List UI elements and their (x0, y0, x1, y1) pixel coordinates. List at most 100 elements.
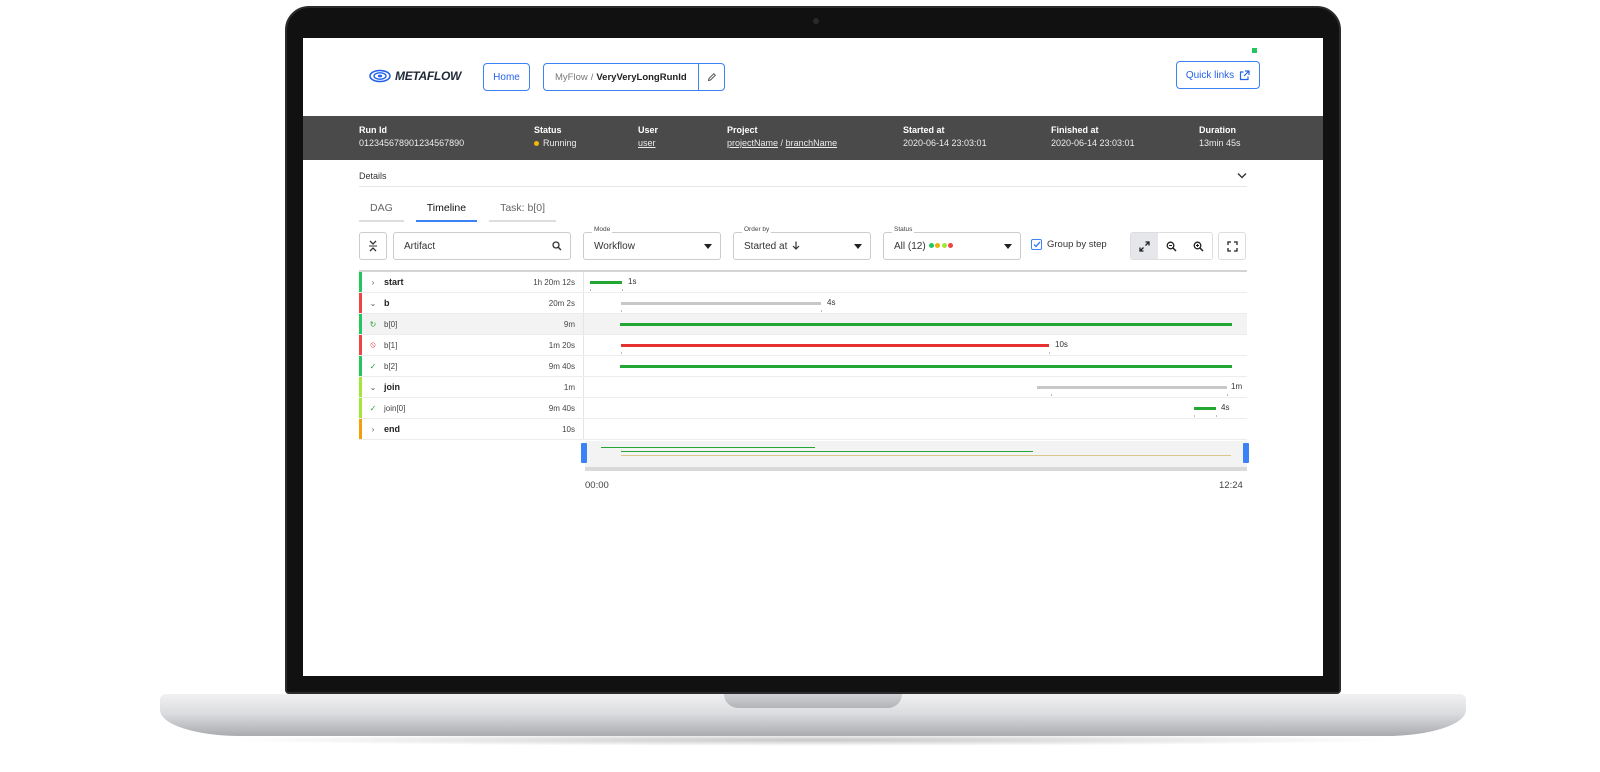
chevron-right-icon[interactable]: › (366, 278, 380, 287)
group-by-step-toggle[interactable]: Group by step (1031, 239, 1107, 250)
details-label: Details (359, 170, 387, 181)
finished-at-label: Finished at (1051, 125, 1099, 135)
project-separator: / (780, 138, 784, 148)
chevron-down-icon[interactable]: ⌄ (366, 299, 380, 308)
order-by-select[interactable]: Order by Started at (733, 226, 871, 260)
zoom-in-button[interactable] (1185, 233, 1212, 259)
group-by-checkbox[interactable] (1031, 239, 1042, 250)
bar-duration-label: 1m (1231, 382, 1243, 391)
timeline-bar[interactable] (620, 323, 1232, 326)
details-toggle[interactable]: Details (359, 165, 1247, 187)
row-label: ✓ join[0] 9m 40s (359, 398, 584, 418)
fullscreen-button[interactable] (1218, 232, 1246, 260)
timeline-task-row[interactable]: ⦸ b[1] 1m 20s 10s (359, 335, 1247, 356)
caret-down-icon (854, 243, 862, 249)
timeline-step-row[interactable]: › end 10s (359, 419, 1247, 440)
chevron-down-icon (1237, 173, 1247, 179)
expand-arrows-icon (1139, 240, 1150, 252)
status-value-wrap: Running (534, 138, 577, 148)
row-label: › end 10s (359, 419, 584, 439)
zoom-in-icon (1193, 241, 1204, 252)
timeline-task-row[interactable]: ✓ join[0] 9m 40s 4s (359, 398, 1247, 419)
zoom-controls (1130, 232, 1213, 260)
quick-links-button[interactable]: Quick links (1176, 61, 1260, 89)
bar-duration-label: 4s (827, 298, 836, 307)
bar-tick (821, 310, 822, 312)
timeline-bar[interactable] (621, 344, 1049, 347)
mode-label: Mode (592, 226, 613, 233)
bar-duration-label: 10s (1055, 340, 1068, 349)
row-duration: 1m 20s (548, 340, 575, 350)
tab-task[interactable]: Task: b[0] (489, 198, 557, 222)
user-link[interactable]: user (638, 138, 656, 148)
timeline-step-row[interactable]: ⌄ join 1m 1m (359, 377, 1247, 398)
status-label: Status (534, 125, 562, 135)
bar-tick (621, 310, 622, 312)
timeline-step-row[interactable]: ⌄ b 20m 2s 4s (359, 293, 1247, 314)
breadcrumb-text: MyFlow / VeryVeryLongRunId (544, 72, 698, 83)
group-by-label: Group by step (1047, 239, 1107, 250)
row-label: ⌄ b 20m 2s (359, 293, 584, 313)
breadcrumb-run: VeryVeryLongRunId (596, 71, 687, 83)
fit-to-screen-button[interactable] (1131, 233, 1158, 259)
row-name: b[0] (384, 319, 398, 329)
edit-breadcrumb-button[interactable] (698, 64, 724, 90)
check-circle-icon: ✓ (369, 403, 377, 413)
mode-select[interactable]: Mode Workflow (583, 226, 721, 260)
chevron-down-icon[interactable]: ⌄ (366, 383, 380, 392)
zoom-out-button[interactable] (1158, 233, 1185, 259)
status-dot (928, 243, 934, 249)
collapse-icon (369, 240, 377, 252)
status-filter-label: Status (892, 226, 915, 233)
timeline-task-row[interactable]: ✓ b[2] 9m 40s (359, 356, 1247, 377)
quick-links-label: Quick links (1185, 69, 1235, 81)
app-screen: METAFLOW Home MyFlow / VeryVeryLongRunId Q… (303, 38, 1323, 676)
timeline-bar[interactable] (590, 281, 622, 284)
row-label: ✓ b[2] 9m 40s (359, 356, 584, 376)
breadcrumb[interactable]: MyFlow / VeryVeryLongRunId (543, 63, 725, 91)
collapse-all-button[interactable] (359, 232, 387, 260)
caret-down-icon (1004, 243, 1012, 249)
branch-name-link[interactable]: branchName (786, 138, 838, 148)
status-field: Status Running (534, 125, 577, 148)
minimap-right-handle[interactable] (1243, 443, 1249, 463)
row-duration: 1m (563, 382, 575, 392)
timeline-minimap[interactable] (585, 441, 1247, 467)
home-button[interactable]: Home (483, 63, 530, 91)
external-link-icon (1240, 69, 1250, 80)
view-tabs: DAG Timeline Task: b[0] (359, 198, 568, 222)
mode-value: Workflow (594, 240, 635, 252)
status-filter-select[interactable]: Status All (12) (883, 226, 1021, 260)
status-color-dots (928, 243, 954, 249)
duration-value: 13min 45s (1199, 138, 1241, 148)
metaflow-logo[interactable]: METAFLOW (369, 69, 461, 83)
bar-duration-label: 1s (628, 277, 637, 286)
run-id-label: Run Id (359, 125, 387, 135)
timeline-bar[interactable] (1037, 386, 1227, 389)
status-dot (935, 243, 941, 249)
timeline-step-row[interactable]: › start 1h 20m 12s 1s (359, 272, 1247, 293)
minimap-left-handle[interactable] (581, 443, 587, 463)
row-label: › start 1h 20m 12s (359, 272, 584, 292)
order-by-value-wrap: Started at (744, 241, 800, 252)
bar-tick (621, 352, 622, 354)
search-icon (552, 241, 562, 251)
timeline-bar[interactable] (621, 302, 821, 305)
project-name-link[interactable]: projectName (727, 138, 778, 148)
timeline-bar[interactable] (1194, 407, 1216, 410)
project-label: Project (727, 125, 758, 135)
user-field: User user (638, 125, 658, 148)
chevron-right-icon[interactable]: › (366, 425, 380, 434)
status-filter-value: All (12) (894, 240, 926, 252)
status-dot (948, 243, 954, 249)
breadcrumb-flow[interactable]: MyFlow (555, 72, 588, 83)
row-name: end (384, 424, 401, 434)
timeline-task-row[interactable]: ↻ b[0] 9m (359, 314, 1247, 335)
metaflow-logo-icon (369, 69, 391, 83)
timeline-bar[interactable] (620, 365, 1232, 368)
minimap-scrollbar[interactable] (585, 467, 1247, 471)
finished-at-field: Finished at 2020-06-14 23:03:01 (1051, 125, 1135, 148)
tab-timeline[interactable]: Timeline (415, 198, 478, 222)
artifact-search-input[interactable]: Artifact (393, 232, 571, 260)
tab-dag[interactable]: DAG (359, 198, 404, 222)
